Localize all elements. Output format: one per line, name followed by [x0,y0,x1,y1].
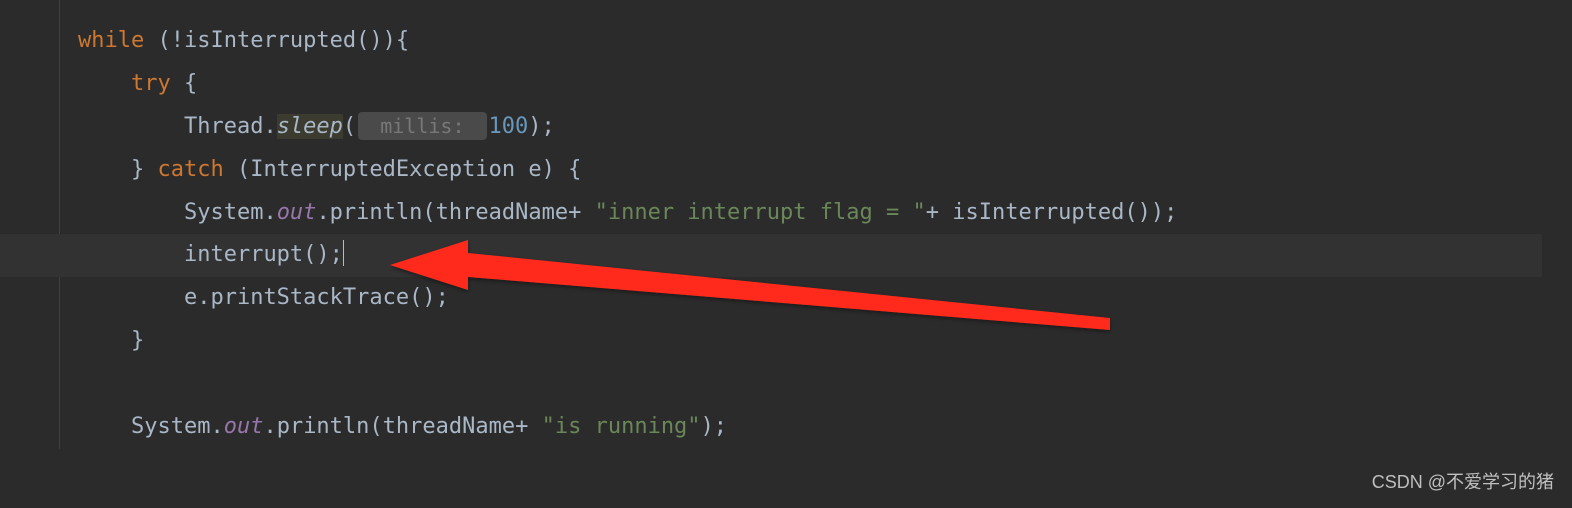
string-literal: "inner interrupt flag = " [595,200,926,225]
field-out: out [224,414,264,439]
method-sleep: sleep [277,114,343,139]
code-line-8: } [30,320,1572,363]
code-line-3: Thread.sleep( millis: 100); [30,106,1572,149]
code-line-7: e.printStackTrace(); [30,277,1572,320]
watermark-text: CSDN @不爱学习的猪 [1372,465,1554,500]
code-line-1: while (!isInterrupted()){ [30,20,1572,63]
keyword-try: try [131,71,171,96]
code-line-2: try { [30,63,1572,106]
keyword-catch: catch [157,157,223,182]
code-line-6-current: interrupt(); [0,234,1542,277]
code-line-4: } catch (InterruptedException e) { [30,149,1572,192]
string-literal: "is running" [542,414,701,439]
keyword-while: while [78,28,144,53]
number-literal: 100 [489,114,529,139]
param-hint-millis: millis: [358,112,486,140]
text-cursor [343,240,344,266]
code-editor[interactable]: while (!isInterrupted()){ try { Thread.s… [0,0,1572,449]
code-line-5: System.out.println(threadName+ "inner in… [30,192,1572,235]
field-out: out [277,200,317,225]
code-line-9-empty [30,363,1572,406]
code-line-10: System.out.println(threadName+ "is runni… [30,406,1572,449]
